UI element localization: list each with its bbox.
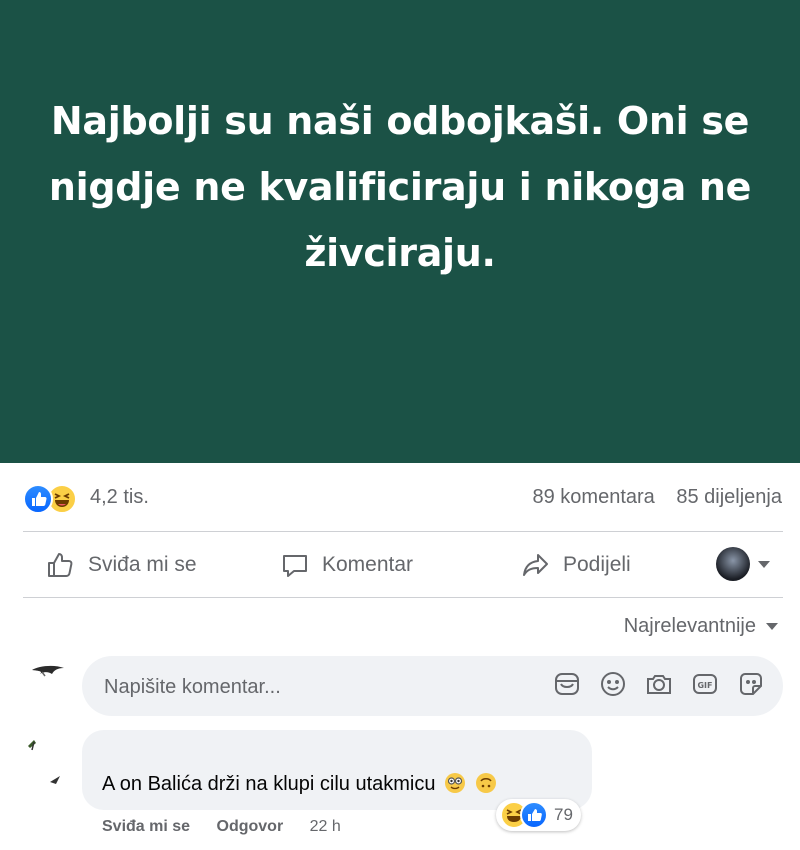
comment-bubble: A on Balića drži na klupi cilu utakmicu — [82, 730, 592, 810]
avatar — [716, 547, 750, 581]
composer-avatar — [28, 656, 68, 696]
comment-actions: Sviđa mi se Odgovor 22 h — [102, 818, 341, 836]
comment-count-link[interactable]: 89 komentara — [533, 486, 655, 508]
emoji-icon[interactable] — [599, 670, 627, 698]
reaction-summary-bar: 4,2 tis. 89 komentara 85 dijeljenja — [0, 463, 800, 531]
thumbs-up-icon — [48, 553, 73, 577]
commenter-avatar[interactable] — [24, 732, 72, 792]
speech-bubble-icon — [283, 555, 307, 577]
sort-label: Najrelevantnije — [623, 615, 756, 637]
comment-reply-link[interactable]: Odgovor — [217, 818, 284, 835]
comment-button[interactable]: Komentar — [280, 533, 413, 597]
comment-body: A on Balića drži na klupi cilu utakmicu — [102, 772, 497, 796]
like-button[interactable]: Sviđa mi se — [46, 533, 197, 597]
divider — [23, 531, 783, 532]
camera-icon[interactable] — [645, 670, 673, 698]
comment-composer: GIF — [82, 656, 783, 718]
reaction-count[interactable]: 4,2 tis. — [90, 486, 149, 509]
divider — [23, 597, 783, 598]
like-button-label: Sviđa mi se — [88, 553, 197, 576]
reaction-icons[interactable] — [23, 484, 83, 514]
comment-like-link[interactable]: Sviđa mi se — [102, 818, 190, 835]
sticker-face-icon[interactable] — [737, 670, 765, 698]
like-reaction-icon — [23, 484, 53, 514]
post-actions: Sviđa mi se Komentar Podijeli — [0, 533, 800, 597]
upside-down-face-icon — [475, 772, 497, 794]
caret-down-icon — [766, 623, 778, 630]
caret-down-icon — [758, 560, 770, 568]
post-text: Najbolji su naši odbojkaši. Oni se nigdj… — [48, 99, 752, 275]
share-button-label: Podijeli — [563, 553, 631, 576]
profile-switcher[interactable] — [716, 547, 770, 581]
comment-text: A on Balića drži na klupi cilu utakmicu — [102, 773, 436, 795]
share-button[interactable]: Podijeli — [521, 533, 631, 597]
post-banner: Najbolji su naši odbojkaši. Oni se nigdj… — [0, 0, 800, 463]
sticker-icon[interactable] — [553, 670, 581, 698]
comment-sort-dropdown[interactable]: Najrelevantnije — [624, 615, 778, 638]
gif-icon[interactable]: GIF — [691, 670, 719, 698]
share-count-link[interactable]: 85 dijeljenja — [676, 486, 782, 508]
comment-input[interactable] — [102, 656, 526, 718]
comment-reaction-count: 79 — [554, 805, 573, 824]
comment-timestamp[interactable]: 22 h — [310, 818, 341, 835]
svg-text:GIF: GIF — [697, 681, 712, 690]
comment-reactions[interactable]: 79 — [496, 799, 581, 831]
share-arrow-icon — [523, 554, 548, 576]
like-reaction-icon — [520, 801, 548, 829]
comment-button-label: Komentar — [322, 553, 414, 576]
comment-author-name[interactable] — [102, 742, 242, 756]
nerd-face-icon — [444, 772, 466, 794]
